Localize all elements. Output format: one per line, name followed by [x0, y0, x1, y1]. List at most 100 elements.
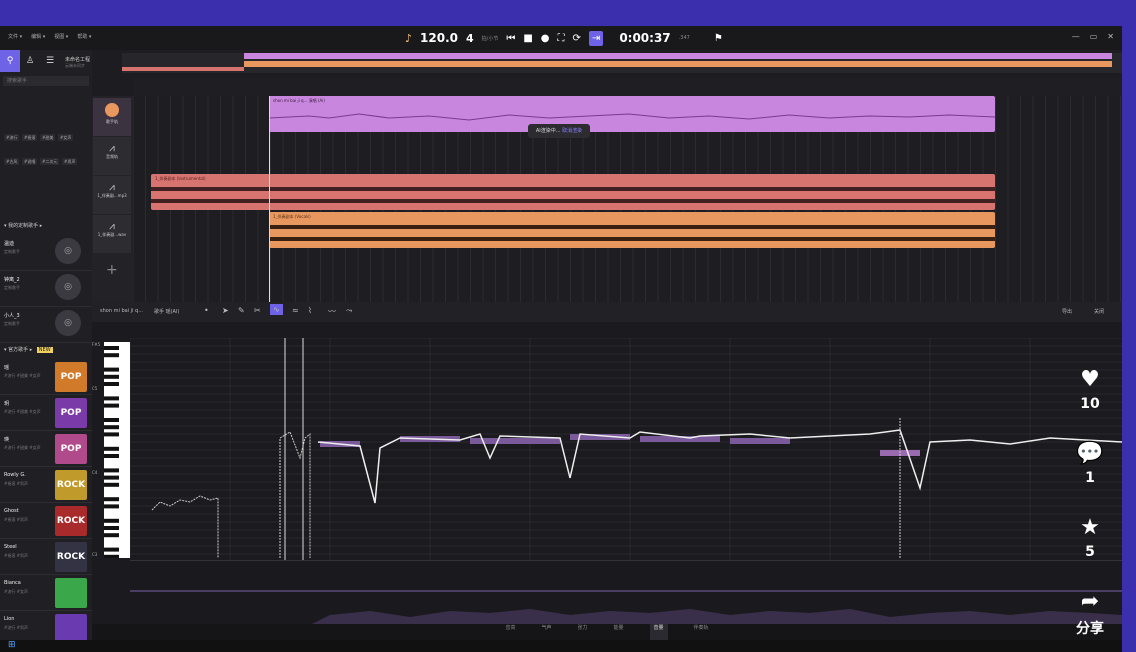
piano-keyboard[interactable] — [104, 342, 130, 559]
pitch-tool-icon[interactable]: ∿ — [270, 304, 283, 315]
select-tool-icon[interactable]: ➤ — [222, 306, 229, 315]
piano-keys — [104, 346, 119, 559]
render-tooltip: AI渲染中... 取消渲染 — [528, 124, 590, 138]
new-badge: NEW — [36, 347, 53, 353]
official-singer-item[interactable]: Steel #摇滚 #男声 ROCK — [0, 540, 92, 575]
app-window: 文件 ▾ 编辑 ▾ 视图 ▾ 帮助 ▾ ♪ 120.0 4 拍/小节 ⏮ ■ ●… — [0, 26, 1122, 640]
stop-icon[interactable]: ■ — [523, 33, 532, 44]
audio-clip-vocals[interactable]: 1_伴奏副本 (Vocals) — [269, 212, 995, 248]
official-singer-item[interactable]: 瑛 #流行 #甜美 #女声 POP — [0, 432, 92, 467]
maximize-icon[interactable]: ▭ — [1090, 32, 1098, 41]
filter-chip[interactable]: #甜美 — [40, 134, 56, 141]
singer-tags: #流行 #女声 — [4, 589, 28, 594]
settings-tab-icon[interactable]: ☰ — [40, 50, 60, 72]
heart-icon: ♥ — [1080, 367, 1100, 392]
overview-bar[interactable] — [122, 53, 1122, 73]
track-header-vocal[interactable]: 歌手轨 — [93, 98, 131, 136]
official-singer-item[interactable]: Rowly G. #摇滚 #男声 ROCK — [0, 468, 92, 503]
tab-breath[interactable]: 气声 — [541, 624, 551, 640]
track-header-audio[interactable]: ⩘ 1_伴奏副...wav — [93, 215, 131, 253]
timeline-ruler[interactable] — [133, 78, 1122, 97]
fullscreen-icon[interactable]: ⛶ — [558, 33, 565, 44]
menu-view[interactable]: 视图 ▾ — [54, 33, 68, 40]
official-singer-item[interactable]: Lion #流行 #男声 — [0, 612, 92, 640]
windows-start-icon[interactable]: ⊞ — [8, 640, 16, 650]
tab-accompaniment[interactable]: 伴奏轨 — [694, 624, 709, 640]
tab-tension[interactable]: 张力 — [577, 624, 587, 640]
my-custom-singers-header[interactable]: ▾ 我的定制歌手 ▸ — [4, 222, 42, 229]
custom-singer-item[interactable]: 温迪 定制歌手 ◎ — [0, 236, 92, 271]
singer-cover: POP — [55, 398, 87, 428]
custom-singer-item[interactable]: 钟离_2 定制歌手 ◎ — [0, 272, 92, 307]
share-button[interactable]: ➦ 分享 — [1062, 590, 1118, 638]
singer-select[interactable]: 歌手 瑶(AI) — [154, 308, 179, 315]
filter-chip[interactable]: #说唱 — [22, 158, 38, 165]
singer-name: Ghost — [4, 508, 19, 514]
custom-singer-item[interactable]: 小人_3 定制歌手 ◎ — [0, 308, 92, 343]
singer-cover: ROCK — [55, 470, 87, 500]
minimize-icon[interactable]: — — [1072, 32, 1080, 41]
menu-edit[interactable]: 编辑 ▾ — [31, 33, 45, 40]
close-editor-button[interactable]: 关闭 — [1094, 308, 1104, 315]
skip-back-icon[interactable]: ⏮ — [506, 33, 515, 44]
export-button[interactable]: 导出 — [1062, 308, 1072, 315]
loop-icon[interactable]: ⟳ — [573, 33, 581, 44]
track-header-audio[interactable]: ⩘ 1_伴奏副...mp3 — [93, 176, 131, 214]
filter-chip[interactable]: #古风 — [4, 158, 20, 165]
official-singer-item[interactable]: Bianca #流行 #女声 — [0, 576, 92, 611]
vibrato-tool-icon[interactable]: ≈ — [292, 306, 299, 315]
tab-volume[interactable]: 音量 — [649, 624, 668, 640]
record-icon[interactable]: ● — [541, 33, 550, 44]
official-singer-item[interactable]: Ghost #摇滚 #男声 ROCK — [0, 504, 92, 539]
official-singers-header[interactable]: ▾ 官方歌手 ▸ NEW — [4, 346, 53, 353]
singer-search-input[interactable]: 搜索歌手 — [3, 76, 89, 86]
vocal-pitch-curve — [269, 113, 995, 121]
close-icon[interactable]: ✕ — [1107, 32, 1114, 41]
pencil-tool-icon[interactable]: ✎ — [238, 306, 245, 315]
curve-tool-icon[interactable]: ⤳ — [346, 306, 352, 316]
menu-file[interactable]: 文件 ▾ — [8, 33, 22, 40]
filter-chip[interactable]: #摇滚 — [22, 134, 38, 141]
piano-roll[interactable] — [129, 337, 1122, 562]
filter-chip[interactable]: #二次元 — [40, 158, 60, 165]
singer-search-tab-icon[interactable]: ⚲ — [0, 50, 20, 72]
tab-energy[interactable]: 能量 — [614, 624, 624, 640]
filter-chip[interactable]: #流行 — [4, 134, 20, 141]
favorite-button[interactable]: ★ 5 — [1062, 516, 1118, 561]
singer-name: Rowly G. — [4, 472, 26, 478]
singer-tags: #流行 #男声 — [4, 625, 28, 630]
tab-pitch[interactable]: 音高 — [505, 624, 515, 640]
comment-button[interactable]: 💬 1 — [1062, 442, 1118, 487]
title-bar: 文件 ▾ 编辑 ▾ 视图 ▾ 帮助 ▾ ♪ 120.0 4 拍/小节 ⏮ ■ ●… — [0, 26, 1122, 50]
waveform — [269, 225, 995, 241]
playhead[interactable] — [269, 96, 270, 302]
tempo-value[interactable]: 120.0 — [420, 31, 458, 45]
time-display: 0:00:37 — [619, 31, 671, 45]
vocal-clip[interactable]: shon mi bai ji q... 演唱 (Ai) — [269, 96, 995, 132]
filter-chip[interactable]: #男声 — [62, 158, 78, 165]
follow-playhead-icon[interactable]: ⇥ — [588, 30, 604, 46]
waveform-icon: ⩘ — [109, 221, 115, 232]
metronome-icon[interactable]: ♪ — [405, 32, 412, 45]
piano-label: C5 — [92, 386, 98, 391]
beats-value[interactable]: 4 — [466, 32, 474, 45]
user-tab-icon[interactable]: ♙ — [20, 50, 40, 72]
filter-chip[interactable]: #女声 — [58, 134, 74, 141]
menu-help[interactable]: 帮助 ▾ — [77, 33, 91, 40]
editor-clip-name: shon mi bai ji q... — [100, 308, 143, 314]
add-track-icon[interactable]: + — [106, 262, 118, 278]
track-header-audio[interactable]: ⩘ 音频轨 — [93, 137, 131, 175]
wave-tool-icon[interactable]: 〰 — [328, 306, 336, 317]
singer-tags: #流行 #甜美 #女声 — [4, 373, 41, 378]
scissors-tool-icon[interactable]: ✂ — [254, 306, 261, 315]
like-button[interactable]: ♥ 10 — [1062, 367, 1118, 413]
parameter-lane[interactable] — [130, 560, 1122, 625]
dot-icon[interactable]: • — [204, 306, 209, 315]
smooth-tool-icon[interactable]: ⌇ — [308, 306, 312, 315]
audio-clip-instrumental[interactable]: 1_伴奏副本 (Instrumental) — [151, 174, 995, 210]
editor-toolbar: shon mi bai ji q... 歌手 瑶(AI) • ➤ ✎ ✂ ∿ ≈… — [92, 302, 1122, 322]
beats-unit: 拍/小节 — [481, 35, 499, 42]
metronome-toggle-icon[interactable]: ⚑ — [714, 33, 723, 44]
official-singer-item[interactable]: 瑶 #流行 #甜美 #女声 POP — [0, 360, 92, 395]
official-singer-item[interactable]: 玥 #流行 #甜美 #女声 POP — [0, 396, 92, 431]
